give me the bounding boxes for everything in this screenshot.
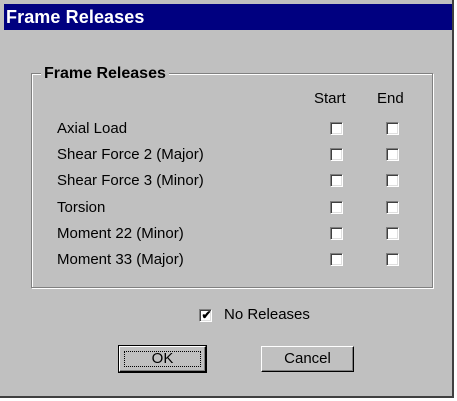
row-label-moment-22: Moment 22 (Minor): [57, 225, 184, 242]
checkbox-moment-22-end[interactable]: [386, 227, 399, 240]
checkbox-shear-force-2-end[interactable]: [386, 148, 399, 161]
column-header-start: Start: [314, 90, 346, 107]
checkbox-axial-load-end[interactable]: [386, 122, 399, 135]
window-title: Frame Releases: [6, 7, 145, 27]
row-label-torsion: Torsion: [57, 199, 106, 216]
ok-button[interactable]: OK: [118, 345, 207, 373]
checkbox-moment-22-start[interactable]: [330, 227, 343, 240]
checkbox-torsion-start[interactable]: [330, 201, 343, 214]
checkbox-shear-force-2-start[interactable]: [330, 148, 343, 161]
checkbox-moment-33-start[interactable]: [330, 253, 343, 266]
row-label-shear-force-2: Shear Force 2 (Major): [57, 146, 204, 163]
checkmark-icon: ✔: [201, 308, 212, 322]
row-label-moment-33: Moment 33 (Major): [57, 251, 184, 268]
no-releases-checkbox[interactable]: ✔: [199, 308, 212, 322]
cancel-button[interactable]: Cancel: [261, 346, 354, 372]
checkbox-shear-force-3-end[interactable]: [386, 174, 399, 187]
checkbox-axial-load-start[interactable]: [330, 122, 343, 135]
title-bar: Frame Releases: [4, 4, 452, 30]
no-releases-label: No Releases: [224, 306, 310, 323]
column-header-end: End: [377, 90, 404, 107]
cancel-button-label: Cancel: [284, 350, 331, 367]
group-title: Frame Releases: [41, 64, 169, 84]
checkbox-moment-33-end[interactable]: [386, 253, 399, 266]
ok-button-label: OK: [151, 350, 174, 367]
checkbox-shear-force-3-start[interactable]: [330, 174, 343, 187]
row-label-axial-load: Axial Load: [57, 120, 128, 137]
row-label-shear-force-3: Shear Force 3 (Minor): [57, 172, 204, 189]
checkbox-torsion-end[interactable]: [386, 201, 399, 214]
